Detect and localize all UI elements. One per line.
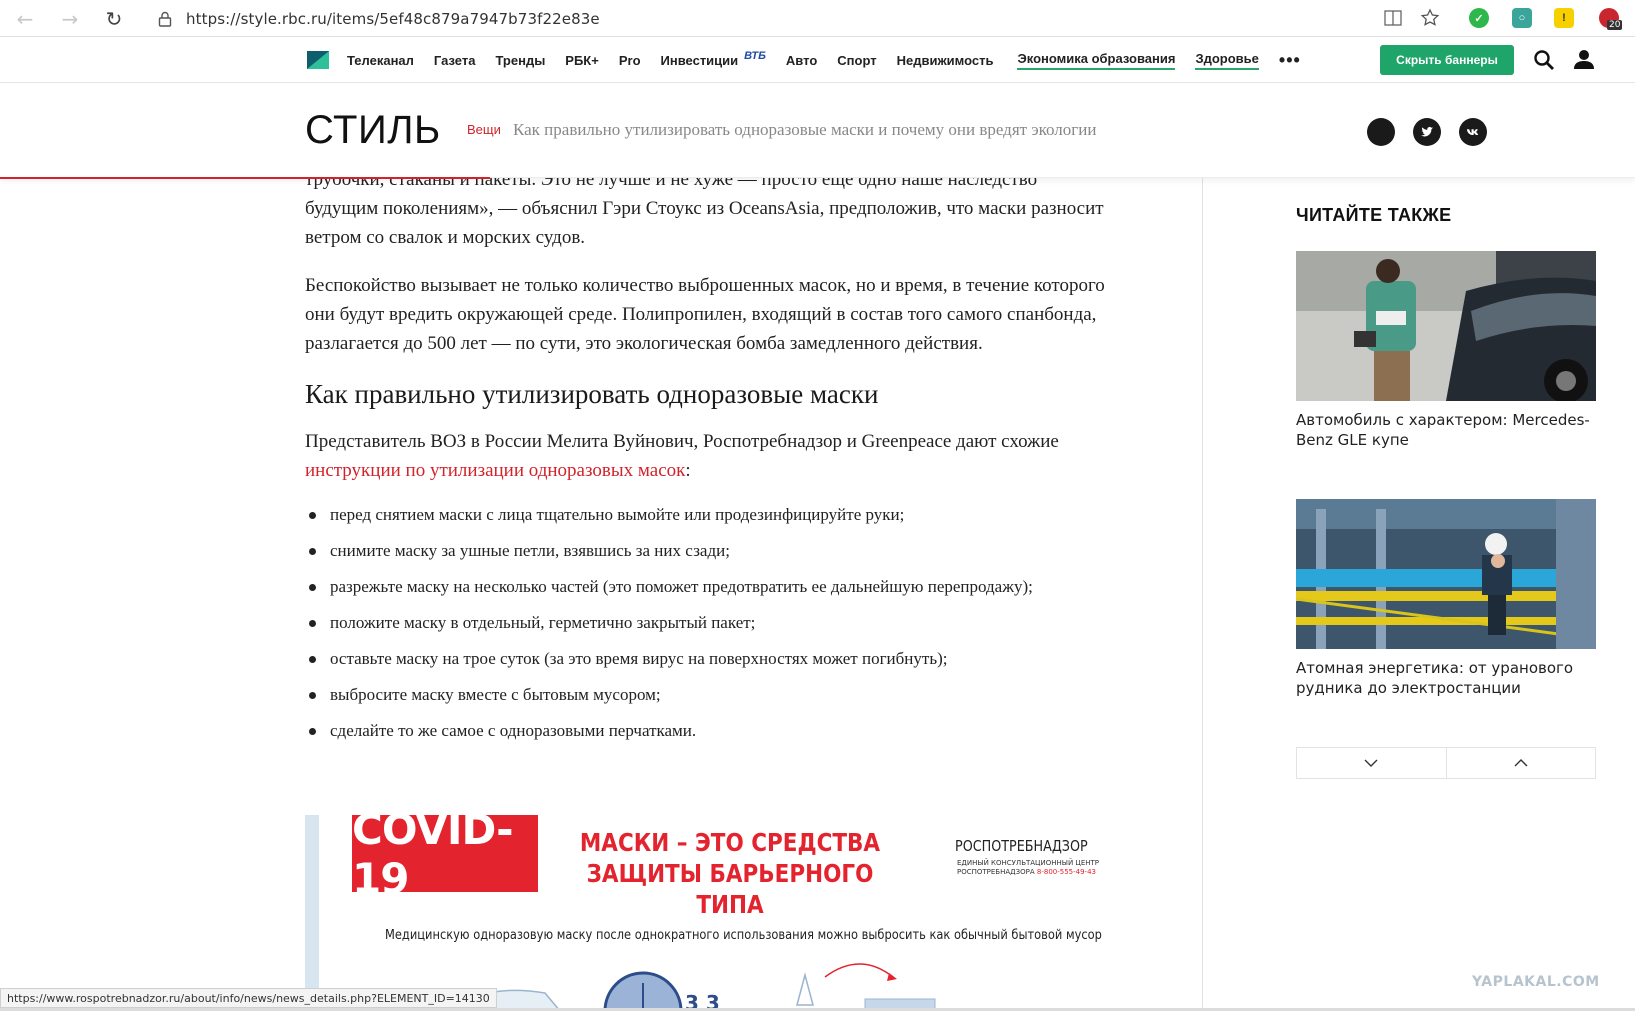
user-icon[interactable] bbox=[1573, 48, 1595, 70]
car-photo bbox=[1296, 251, 1596, 401]
browser-toolbar: ← → ↻ https://style.rbc.ru/items/5ef48c8… bbox=[0, 0, 1635, 37]
article-subheading: Как правильно утилизировать одноразовые … bbox=[305, 379, 879, 409]
twitter-icon[interactable] bbox=[1413, 118, 1441, 146]
nav-item-auto[interactable]: Авто bbox=[786, 53, 817, 68]
article-headline: Как правильно утилизировать одноразовые … bbox=[513, 120, 1097, 139]
card-image-car[interactable] bbox=[1296, 251, 1596, 401]
status-bar-link: https://www.rospotrebnadzor.ru/about/inf… bbox=[0, 988, 497, 1008]
covid-infographic: COVID-19 МАСКИ – ЭТО СРЕДСТВА ЗАЩИТЫ БАР… bbox=[305, 815, 1105, 1011]
star-icon[interactable] bbox=[1420, 8, 1440, 28]
nav-item-trends[interactable]: Тренды bbox=[495, 53, 545, 68]
rospotrebnadzor-subtitle: ЕДИНЫЙ КОНСУЛЬТАЦИОННЫЙ ЦЕНТР РОСПОТРЕБН… bbox=[957, 859, 1099, 877]
reader-mode-icon[interactable] bbox=[1384, 9, 1402, 27]
sidebar-pager bbox=[1296, 747, 1596, 779]
nav-item-rbc-plus[interactable]: РБК+ bbox=[565, 53, 599, 68]
article-paragraph: Представитель ВОЗ в России Мелита Вуйнов… bbox=[305, 427, 1105, 485]
nav-item-tv[interactable]: Телеканал bbox=[347, 53, 414, 68]
nav-item-realty[interactable]: Недвижимость bbox=[897, 53, 994, 68]
watermark: YAPLAKAL.COM bbox=[1472, 974, 1600, 990]
back-arrow-icon[interactable]: ← bbox=[12, 6, 38, 32]
nav-menu: Телеканал Газета Тренды РБК+ Pro Инвести… bbox=[347, 37, 1321, 83]
paragraph-text: : bbox=[685, 460, 691, 481]
nav-item-education-economy[interactable]: Экономика образования bbox=[1017, 51, 1176, 70]
rpn-sub-text: РОСПОТРЕБНАДЗОРА bbox=[957, 868, 1035, 876]
nav-item-sport[interactable]: Спорт bbox=[837, 53, 876, 68]
list-item: положите маску в отдельный, герметично з… bbox=[305, 612, 1105, 634]
read-also-title: ЧИТАЙТЕ ТАКЖЕ bbox=[1296, 205, 1452, 225]
adblock-badge: 20 bbox=[1607, 20, 1623, 30]
site-top-nav: Телеканал Газета Тренды РБК+ Pro Инвести… bbox=[0, 37, 1635, 83]
address-bar[interactable]: https://style.rbc.ru/items/5ef48c879a794… bbox=[142, 4, 1417, 34]
section-header: СТИЛЬ Вещи Как правильно утилизировать о… bbox=[0, 84, 1635, 179]
article-paragraph: Беспокойство вызывает не только количест… bbox=[305, 275, 1105, 354]
search-icon[interactable] bbox=[1533, 49, 1555, 71]
list-item: снимите маску за ушные петли, взявшись з… bbox=[305, 540, 1105, 562]
rpn-phone: 8-800-555-49-43 bbox=[1036, 868, 1096, 876]
section-title[interactable]: СТИЛЬ bbox=[305, 108, 441, 153]
breadcrumb-category[interactable]: Вещи bbox=[467, 122, 501, 137]
nav-item-pro[interactable]: Pro bbox=[619, 53, 641, 68]
more-menu-button[interactable]: ••• bbox=[1279, 50, 1301, 71]
instructions-link[interactable]: инструкции по утилизации одноразовых мас… bbox=[305, 460, 685, 481]
list-item: перед снятием маски с лица тщательно вым… bbox=[305, 504, 1105, 526]
disposal-illustration-icon bbox=[796, 963, 936, 1011]
hide-banners-button[interactable]: Скрыть баннеры bbox=[1380, 45, 1514, 75]
sidebar-divider bbox=[1202, 178, 1203, 1011]
chevron-down-icon bbox=[1364, 759, 1378, 767]
nav-item-health[interactable]: Здоровье bbox=[1195, 51, 1259, 70]
chevron-up-icon bbox=[1514, 759, 1528, 767]
section-progress-line bbox=[0, 177, 490, 179]
vk-icon[interactable] bbox=[1459, 118, 1487, 146]
forward-arrow-icon[interactable]: → bbox=[57, 6, 83, 32]
pager-up-button[interactable] bbox=[1447, 748, 1596, 778]
lock-icon bbox=[158, 11, 172, 27]
pager-down-button[interactable] bbox=[1297, 748, 1447, 778]
vtb-logo: ВТБ bbox=[744, 50, 766, 62]
plant-photo bbox=[1296, 499, 1596, 649]
covid-label: COVID-19 bbox=[352, 815, 538, 903]
card-title-car[interactable]: Автомобиль с характером: Mercedes-Benz G… bbox=[1296, 410, 1596, 450]
share-circle-icon[interactable] bbox=[1367, 118, 1395, 146]
infographic-title: МАСКИ – ЭТО СРЕДСТВА ЗАЩИТЫ БАРЬЕРНОГО Т… bbox=[579, 828, 881, 919]
paragraph-text: Представитель ВОЗ в России Мелита Вуйнов… bbox=[305, 431, 1059, 452]
check-extension-icon[interactable]: ✓ bbox=[1469, 8, 1489, 28]
article-body: трубочки, стаканы и пакеты. Это не лучше… bbox=[305, 165, 1105, 756]
url-text: https://style.rbc.ru/items/5ef48c879a794… bbox=[186, 10, 600, 28]
infographic-caption: Медицинскую одноразовую маску после одно… bbox=[385, 928, 1102, 943]
instructions-list: перед снятием маски с лица тщательно вым… bbox=[305, 504, 1105, 742]
nav-item-investments[interactable]: Инвестиции bbox=[661, 53, 739, 68]
rpn-sub-line2: РОСПОТРЕБНАДЗОРА 8-800-555-49-43 bbox=[957, 868, 1099, 877]
reload-icon[interactable]: ↻ bbox=[101, 6, 127, 32]
list-item: разрежьте маску на несколько частей (это… bbox=[305, 576, 1105, 598]
list-item: сделайте то же самое с одноразовыми перч… bbox=[305, 720, 1105, 742]
rospotrebnadzor-logo: РОСПОТРЕБНАДЗОР bbox=[955, 837, 1088, 855]
map-extension-icon[interactable]: ○ bbox=[1512, 8, 1532, 28]
card-title-atom[interactable]: Атомная энергетика: от уранового рудника… bbox=[1296, 658, 1596, 698]
nav-item-newspaper[interactable]: Газета bbox=[434, 53, 476, 68]
rbc-logo-icon[interactable] bbox=[307, 51, 329, 69]
list-item: выбросите маску вместе с бытовым мусором… bbox=[305, 684, 1105, 706]
rpn-sub-line: ЕДИНЫЙ КОНСУЛЬТАЦИОННЫЙ ЦЕНТР bbox=[957, 859, 1100, 867]
clock-illustration-icon bbox=[603, 971, 683, 1011]
card-image-atom[interactable] bbox=[1296, 499, 1596, 649]
lightning-extension-icon[interactable]: ! bbox=[1554, 8, 1574, 28]
infographic-side-strip bbox=[305, 815, 319, 1011]
list-item: оставьте маску на трое суток (за это вре… bbox=[305, 648, 1105, 670]
